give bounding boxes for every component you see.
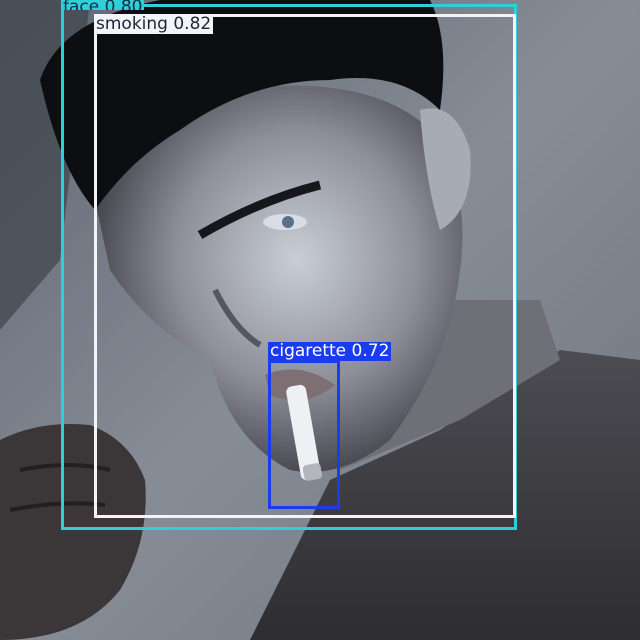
cigarette-detection-label: cigarette 0.72 xyxy=(268,341,392,361)
detection-image: face 0.80 smoking 0.82 cigarette 0.72 xyxy=(0,0,640,640)
face-detection-label: face 0.80 xyxy=(61,0,145,10)
smoking-detection-label: smoking 0.82 xyxy=(94,14,214,34)
cigarette-bounding-box xyxy=(268,360,340,509)
